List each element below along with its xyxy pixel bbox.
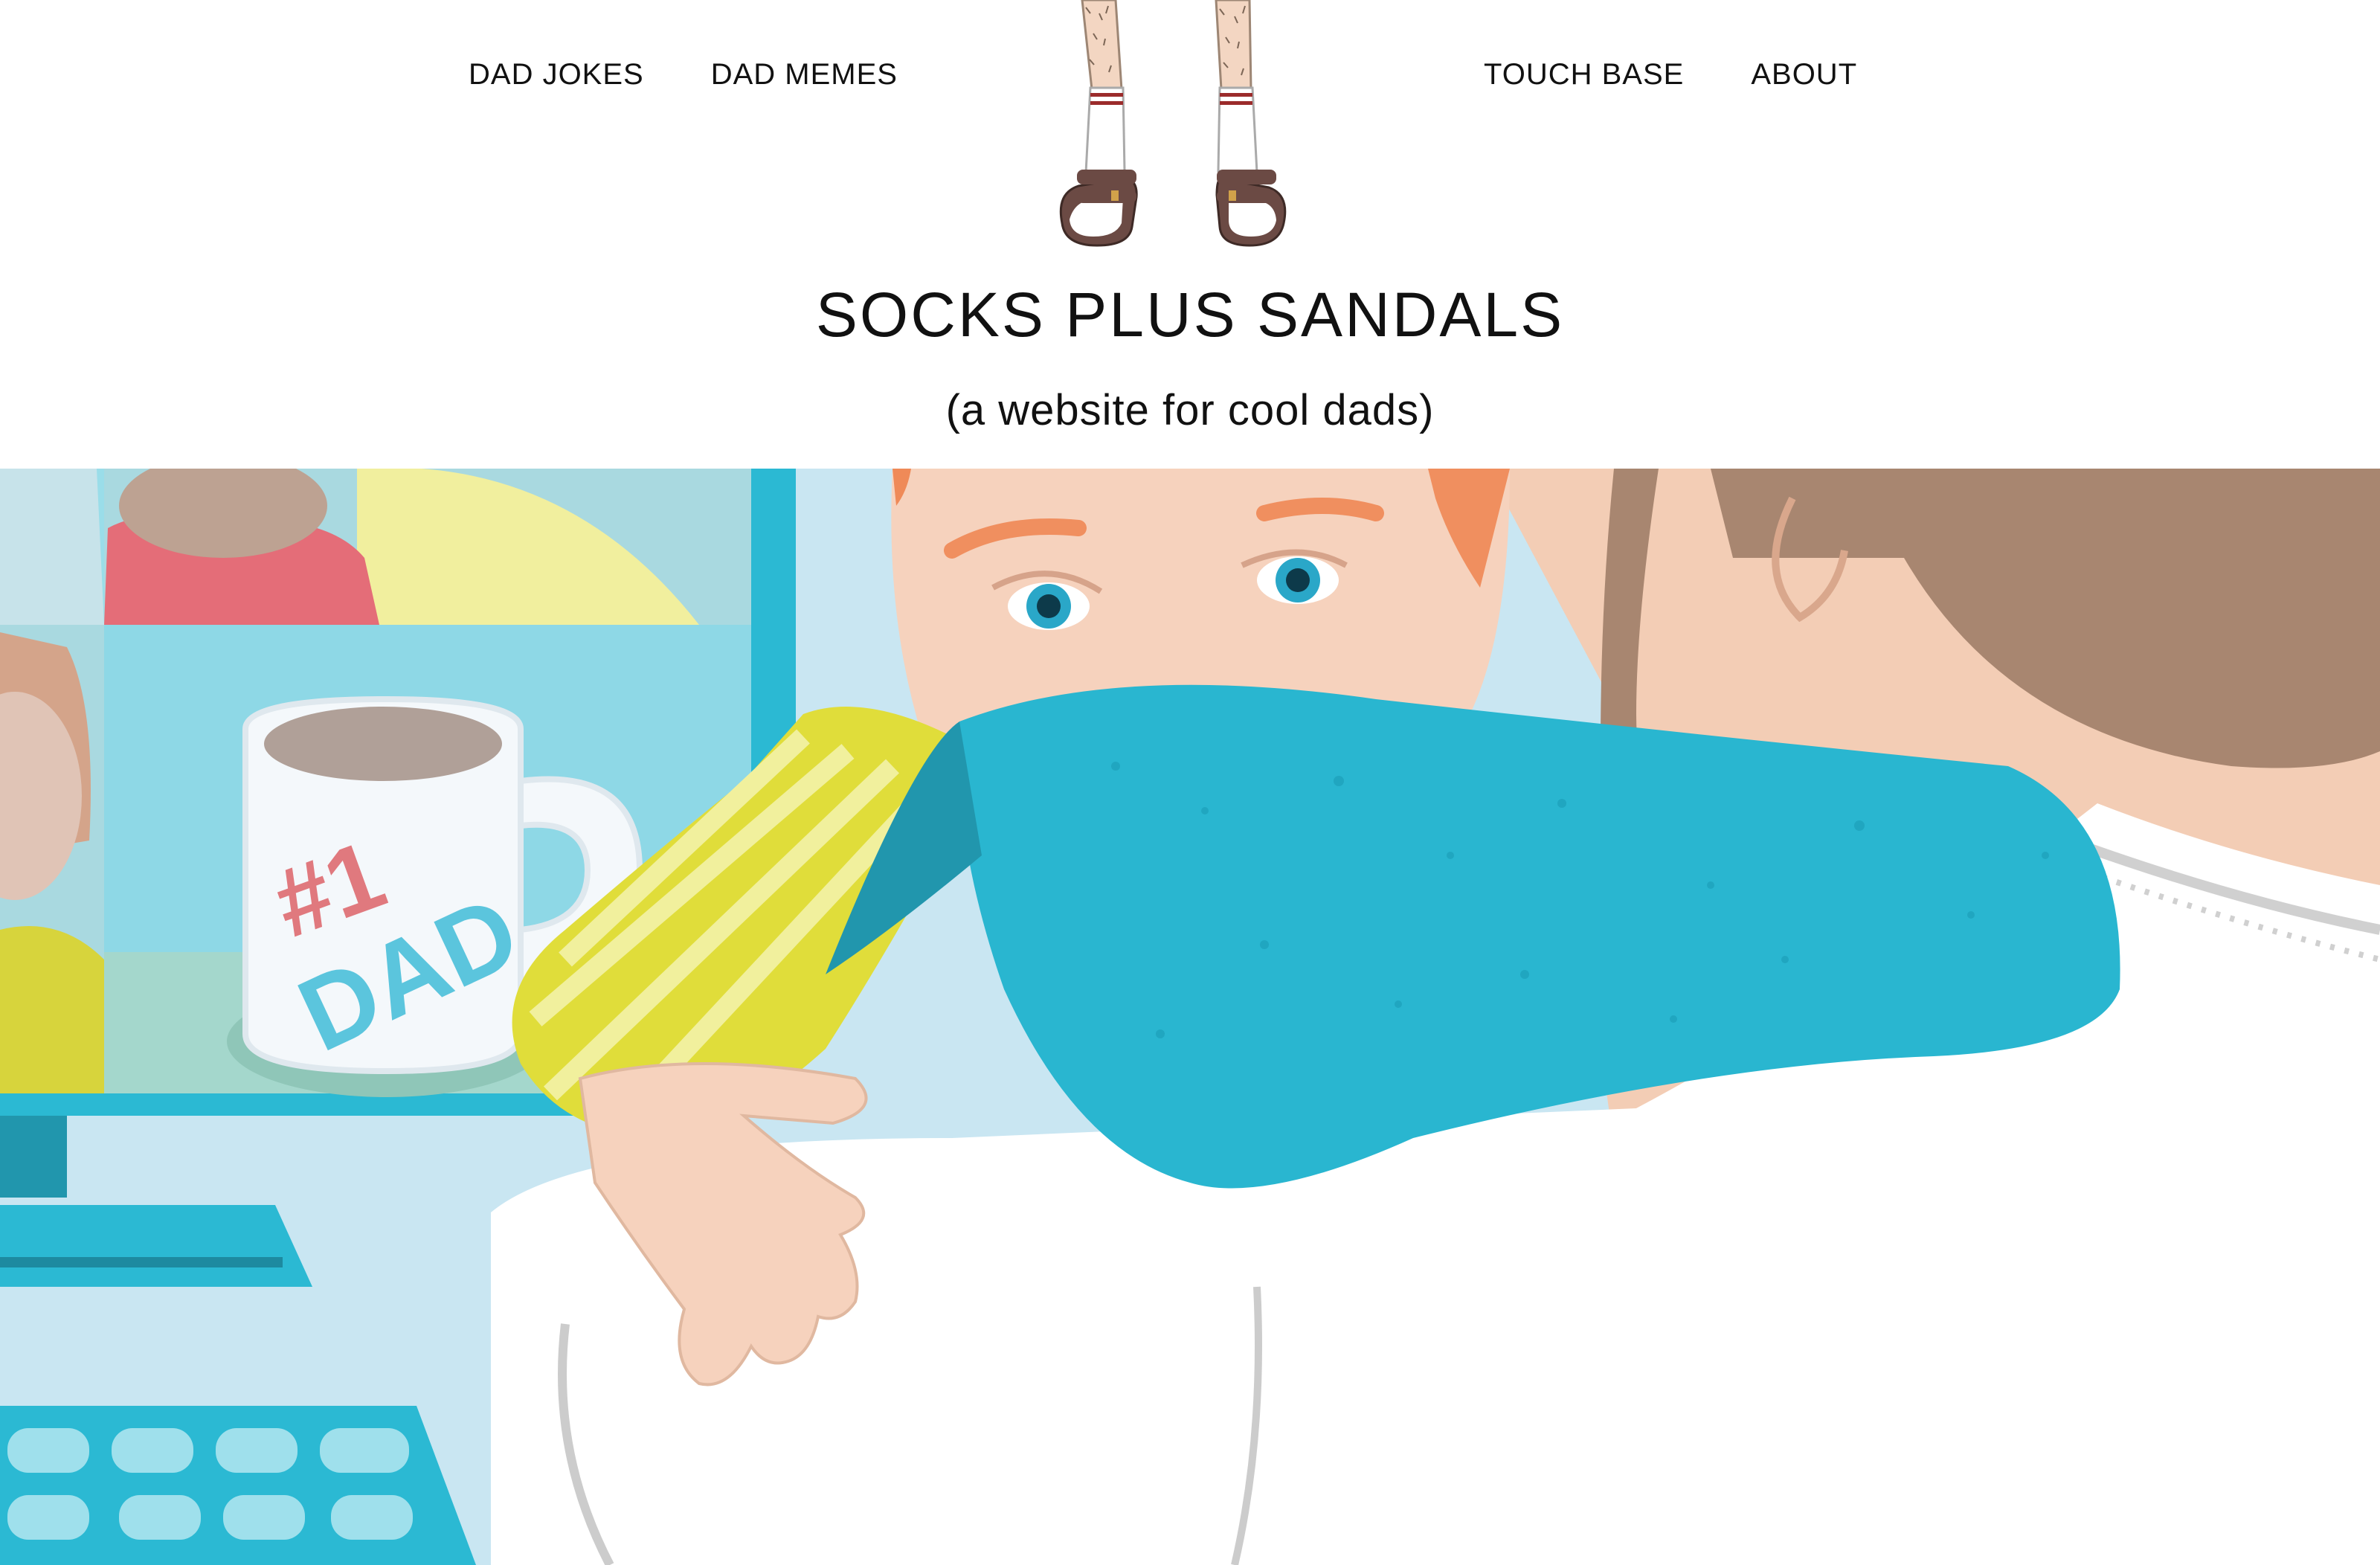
legs-socks-sandals-logo[interactable] [1034, 0, 1346, 260]
nav-link-touch-base[interactable]: TOUCH BASE [1484, 58, 1684, 91]
hero-illustration: #1 DAD [0, 469, 2380, 1565]
nav-link-dad-memes[interactable]: DAD MEMES [711, 58, 898, 91]
site-title[interactable]: SOCKS PLUS SANDALS [0, 279, 2380, 351]
keyboard-illustration [0, 1406, 476, 1565]
primary-nav-right: TOUCH BASE ABOUT [1484, 52, 1857, 97]
site-tagline: (a website for cool dads) [945, 386, 1435, 434]
nav-link-about[interactable]: ABOUT [1751, 58, 1857, 91]
nav-link-dad-jokes[interactable]: DAD JOKES [469, 58, 644, 91]
primary-nav-left: DAD JOKES DAD MEMES [469, 52, 898, 97]
